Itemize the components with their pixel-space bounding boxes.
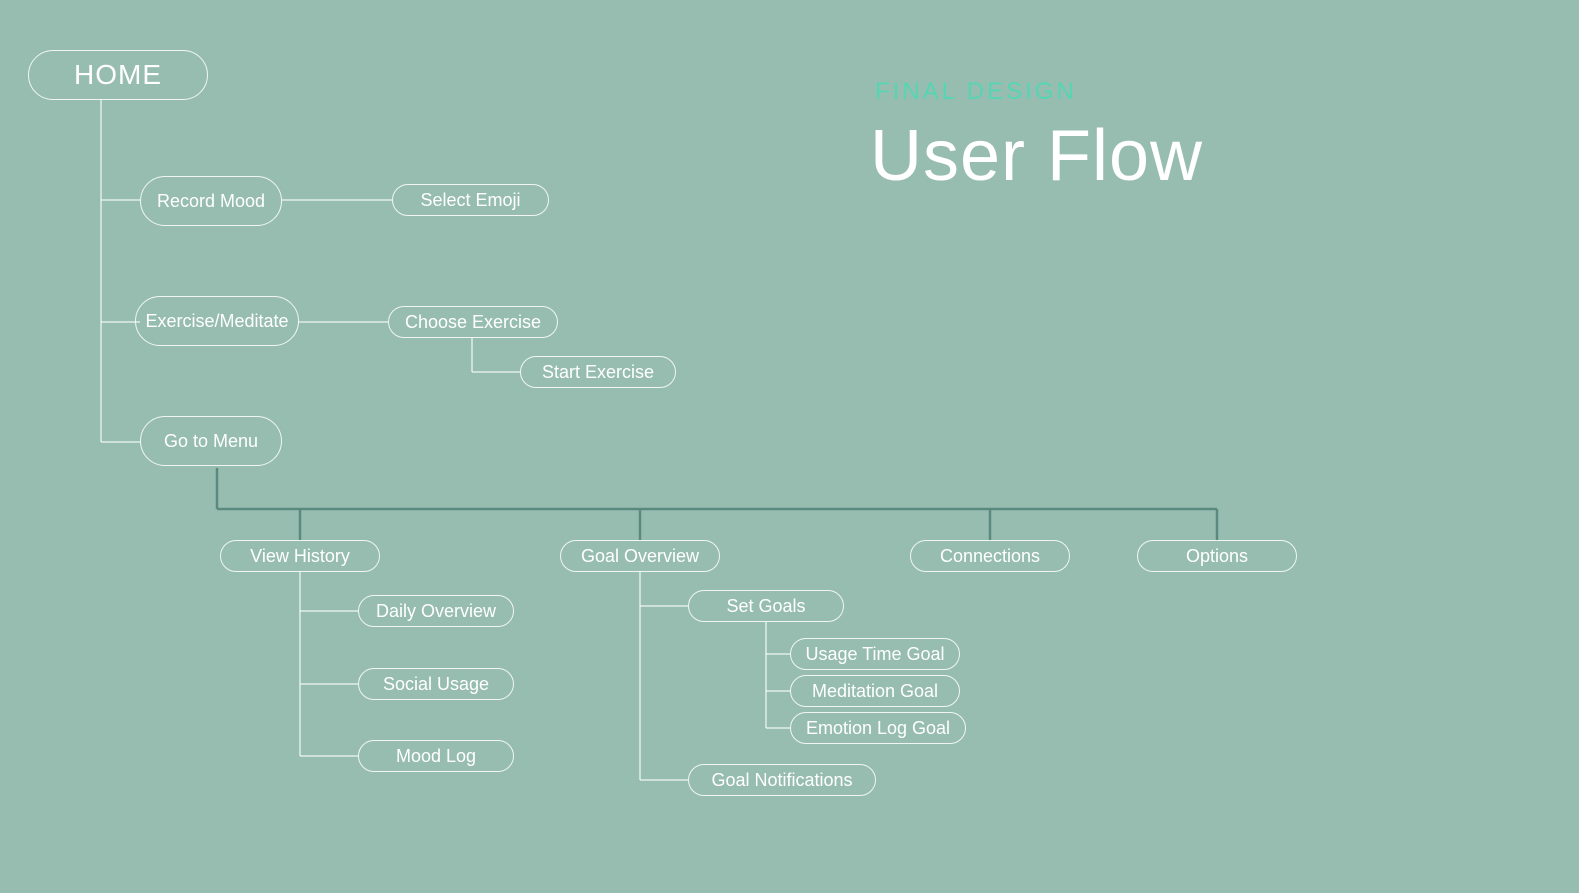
- subtitle: FINAL DESIGN: [875, 78, 1077, 106]
- title: User Flow: [870, 115, 1203, 197]
- node-record-mood: Record Mood: [140, 176, 282, 226]
- node-social-usage: Social Usage: [358, 668, 514, 700]
- node-meditation-goal: Meditation Goal: [790, 675, 960, 707]
- node-emotion-log-goal: Emotion Log Goal: [790, 712, 966, 744]
- node-choose-exercise: Choose Exercise: [388, 306, 558, 338]
- node-view-history: View History: [220, 540, 380, 572]
- node-usage-time-goal: Usage Time Goal: [790, 638, 960, 670]
- node-home: HOME: [28, 50, 208, 100]
- node-connections: Connections: [910, 540, 1070, 572]
- node-exercise-meditate: Exercise/Meditate: [135, 296, 299, 346]
- node-options: Options: [1137, 540, 1297, 572]
- node-set-goals: Set Goals: [688, 590, 844, 622]
- node-daily-overview: Daily Overview: [358, 595, 514, 627]
- node-start-exercise: Start Exercise: [520, 356, 676, 388]
- node-select-emoji: Select Emoji: [392, 184, 549, 216]
- node-mood-log: Mood Log: [358, 740, 514, 772]
- node-goal-overview: Goal Overview: [560, 540, 720, 572]
- node-go-to-menu: Go to Menu: [140, 416, 282, 466]
- node-goal-notifications: Goal Notifications: [688, 764, 876, 796]
